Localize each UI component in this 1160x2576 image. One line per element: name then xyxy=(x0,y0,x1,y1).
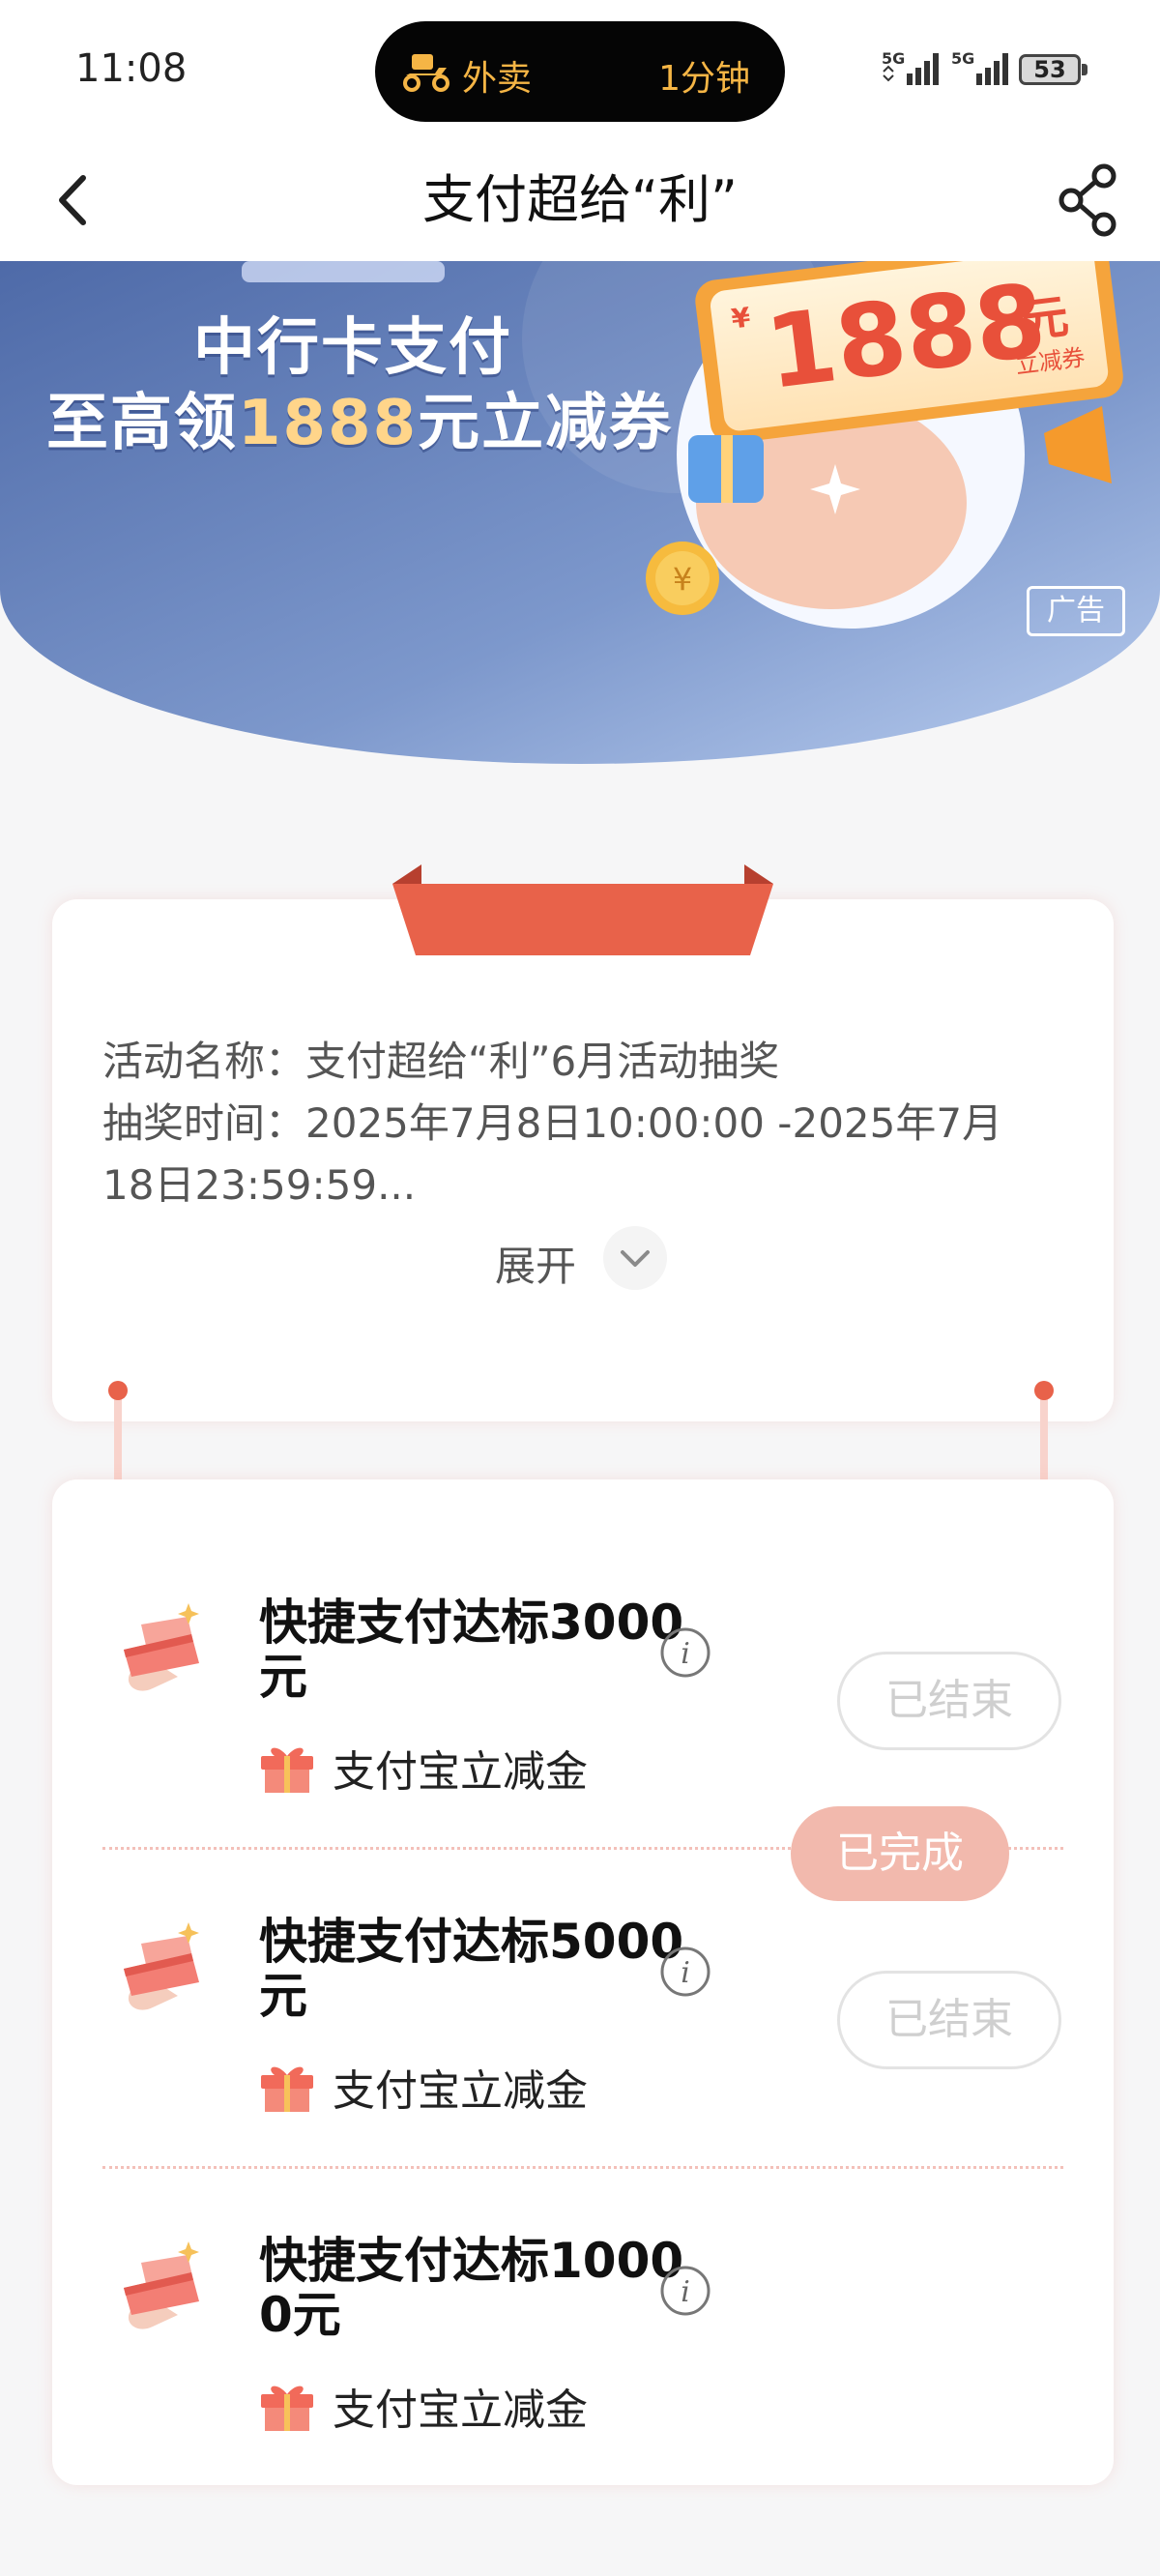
rule-activity-name: 活动名称：支付超给“利”6月活动抽奖 xyxy=(102,1038,780,1085)
nav-bar: 支付超给“利” xyxy=(0,135,1160,261)
back-arrow-icon[interactable] xyxy=(41,157,108,244)
expand-rules-button[interactable]: 展开 xyxy=(52,1226,1114,1294)
banner-headline-amount: 1888 xyxy=(238,388,419,459)
task-status-button[interactable]: 已结束 xyxy=(837,1971,1061,2069)
payment-card-icon xyxy=(124,1922,199,2010)
coupon-unit: 元 xyxy=(1019,289,1071,348)
banner-headline-prefix: 至高领 xyxy=(46,388,238,459)
promo-banner[interactable]: ¥ 1888 元 立减券 ¥ 中行卡支付 至高领1888元立减券 广告 xyxy=(0,261,1160,764)
banner-headline-suffix: 元立减券 xyxy=(418,388,674,459)
payment-card-icon xyxy=(124,2241,199,2329)
task-status-button[interactable]: 已结束 xyxy=(837,1652,1061,1750)
rule-draw-time: 抽奖时间：2025年7月8日10:00:00 -2025年7月 xyxy=(102,1099,1003,1147)
rule-draw-time-cont: 18日23:59:59... xyxy=(102,1161,417,1209)
gift-icon xyxy=(261,1747,313,1793)
live-activity-eta: 1分钟 xyxy=(658,59,750,99)
info-icon[interactable]: i xyxy=(659,1626,711,1679)
chevron-down-icon xyxy=(621,1250,650,1267)
signal-2-label: 5G xyxy=(951,49,974,68)
task-title: 快捷支付达标3000元 xyxy=(259,1595,684,1705)
info-icon[interactable]: i xyxy=(659,2265,711,2317)
rules-tab-label: 活动规则 xyxy=(154,925,332,978)
battery-cap xyxy=(1082,64,1088,75)
info-icon[interactable]: i xyxy=(659,1946,711,1998)
banner-headline-2: 至高领1888元立减券 xyxy=(46,373,673,462)
page-title: 支付超给“利” xyxy=(422,169,738,230)
ad-badge: 广告 xyxy=(1027,586,1125,636)
expand-chevron xyxy=(603,1226,667,1290)
gift-icon xyxy=(261,2066,313,2112)
task-title: 快捷支付达标5000元 xyxy=(259,1914,684,2024)
live-activity-island[interactable]: 外卖 1分钟 xyxy=(375,21,785,122)
task-title: 快捷支付达标10000元 xyxy=(259,2233,684,2343)
task-reward: 支付宝立减金 xyxy=(333,2066,588,2116)
gift-icon xyxy=(261,2386,313,2431)
task-reward: 支付宝立减金 xyxy=(333,2386,588,2435)
banner-artwork: ¥ 1888 元 立减券 ¥ xyxy=(0,261,1160,764)
status-time: 11:08 xyxy=(75,46,188,91)
task-item: 快捷支付达标3000元 i 支付宝立减金 已结束 xyxy=(52,1479,1114,1799)
signal-1-label: 5G xyxy=(882,49,905,68)
battery-indicator: 53 xyxy=(1019,54,1081,85)
tasks-card: 快捷支付达标3000元 i 支付宝立减金 已结束 快捷支付达标5000元 i 支… xyxy=(52,1479,1114,2485)
svg-text:i: i xyxy=(681,1956,690,1990)
rules-card: 活动规则 活动名称：支付超给“利”6月活动抽奖 抽奖时间：2025年7月8日10… xyxy=(52,864,1114,1421)
svg-text:i: i xyxy=(681,1637,690,1671)
rules-tab-ribbon xyxy=(392,864,773,955)
task-item: 快捷支付达标10000元 i 支付宝立减金 xyxy=(52,2118,1114,2437)
status-bar: 11:08 外卖 1分钟 5G 5G 53 xyxy=(0,0,1160,135)
scooter-icon xyxy=(403,54,450,92)
svg-text:i: i xyxy=(681,2275,690,2309)
payment-card-icon xyxy=(124,1603,199,1691)
task-reward: 支付宝立减金 xyxy=(333,1747,588,1797)
task-status-button[interactable]: 已完成 xyxy=(791,1806,1009,1901)
share-icon[interactable] xyxy=(1050,157,1127,244)
expand-label: 展开 xyxy=(495,1243,577,1290)
signal-icon: 5G xyxy=(882,49,939,85)
signal-icon: 5G xyxy=(951,49,1008,85)
live-activity-label: 外卖 xyxy=(462,59,533,99)
svg-text:¥: ¥ xyxy=(673,561,692,598)
